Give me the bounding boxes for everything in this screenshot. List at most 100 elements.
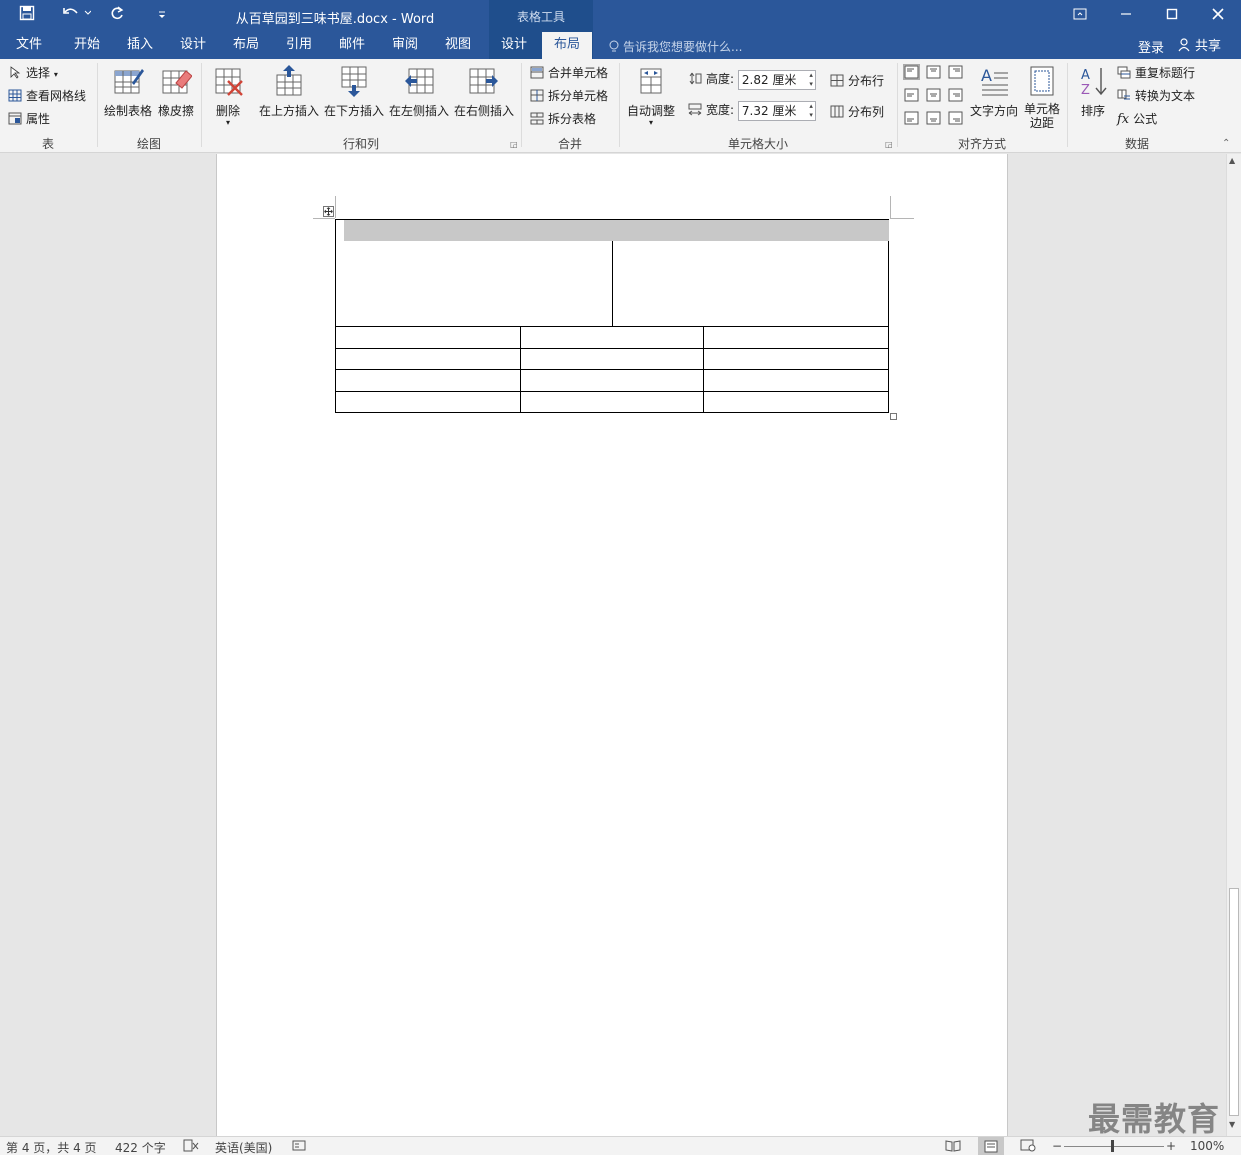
draw-table-button[interactable]: 绘制表格 <box>103 63 153 119</box>
tab-design[interactable]: 设计 <box>168 32 218 59</box>
autofit-button[interactable]: 自动调整 ▾ <box>624 63 678 127</box>
dialog-launcher-icon[interactable]: ◲ <box>885 140 893 149</box>
align-middle-right-button[interactable] <box>947 87 964 103</box>
height-input[interactable]: 2.82 厘米 ▴ ▾ <box>737 69 816 90</box>
tell-me-box[interactable]: 告诉我您想要做什么... <box>608 38 742 55</box>
collapse-ribbon-icon[interactable]: ⌃ <box>1222 138 1230 149</box>
word-count[interactable]: 422 个字 <box>115 1139 166 1155</box>
redo-icon[interactable] <box>105 5 129 27</box>
customize-qat-icon[interactable] <box>150 5 174 27</box>
close-icon[interactable] <box>1195 0 1241 32</box>
table-move-handle-icon[interactable] <box>323 206 334 217</box>
insert-right-button[interactable]: 在右侧插入 <box>452 63 516 119</box>
table-cell[interactable] <box>335 348 521 370</box>
distribute-columns-label: 分布列 <box>848 105 885 119</box>
align-top-right-button[interactable] <box>947 64 964 80</box>
table-cell[interactable] <box>519 369 705 392</box>
print-layout-icon[interactable] <box>978 1137 1004 1155</box>
ribbon-display-icon[interactable] <box>1057 0 1103 32</box>
table-cell-selected[interactable] <box>335 219 613 327</box>
split-cells-button[interactable]: 拆分单元格 <box>530 86 608 106</box>
align-bottom-right-button[interactable] <box>947 110 964 126</box>
vertical-scrollbar[interactable]: ▲ ▼ <box>1226 154 1241 1136</box>
insert-above-button[interactable]: 在上方插入 <box>257 63 321 119</box>
tab-mailings[interactable]: 邮件 <box>327 32 377 59</box>
table-resize-handle[interactable] <box>890 413 897 420</box>
tab-home[interactable]: 开始 <box>62 32 112 59</box>
table-cell-selected[interactable] <box>611 219 889 327</box>
select-button[interactable]: 选择 ▾ <box>8 63 58 83</box>
language-indicator[interactable]: 英语(美国) <box>215 1139 272 1155</box>
align-top-left-button[interactable] <box>903 64 920 80</box>
sort-button[interactable]: AZ 排序 <box>1074 63 1112 119</box>
align-bottom-left-button[interactable] <box>903 110 920 126</box>
tab-view[interactable]: 视图 <box>433 32 483 59</box>
align-middle-left-button[interactable] <box>903 87 920 103</box>
split-cells-label: 拆分单元格 <box>548 89 609 103</box>
status-bar: 第 4 页，共 4 页 422 个字 英语(美国) − + 100% <box>0 1136 1241 1155</box>
tab-file[interactable]: 文件 <box>4 32 54 59</box>
repeat-header-rows-button[interactable]: 重复标题行 <box>1117 63 1195 83</box>
spinner-arrows-icon[interactable]: ▴ ▾ <box>809 71 813 89</box>
merge-cells-button[interactable]: 合并单元格 <box>530 63 608 83</box>
table-cell[interactable] <box>703 391 889 413</box>
spinner-arrows-icon[interactable]: ▴ ▾ <box>809 102 813 120</box>
page[interactable] <box>216 154 1008 1136</box>
zoom-in-button[interactable]: + <box>1166 1139 1176 1153</box>
table-cell[interactable] <box>519 391 705 413</box>
align-middle-center-button[interactable] <box>925 87 942 103</box>
zoom-slider-thumb[interactable] <box>1111 1140 1114 1152</box>
tab-references[interactable]: 引用 <box>274 32 324 59</box>
tab-table-design[interactable]: 设计 <box>489 32 539 59</box>
scrollbar-thumb[interactable] <box>1229 888 1239 1116</box>
align-top-center-button[interactable] <box>925 64 942 80</box>
read-mode-icon[interactable] <box>945 1139 961 1155</box>
cell-margins-button[interactable]: 单元格 边距 <box>1020 63 1064 130</box>
save-icon[interactable] <box>15 5 39 27</box>
tab-insert[interactable]: 插入 <box>115 32 165 59</box>
tab-layout[interactable]: 布局 <box>221 32 271 59</box>
web-layout-icon[interactable] <box>1020 1139 1036 1155</box>
insert-below-button[interactable]: 在下方插入 <box>322 63 386 119</box>
zoom-out-button[interactable]: − <box>1052 1139 1062 1153</box>
delete-button[interactable]: 删除 ▾ <box>208 63 248 127</box>
align-bottom-center-button[interactable] <box>925 110 942 126</box>
macro-record-icon[interactable] <box>292 1139 306 1155</box>
distribute-columns-button[interactable]: 分布列 <box>830 102 884 122</box>
properties-button[interactable]: 属性 <box>8 109 50 129</box>
zoom-level[interactable]: 100% <box>1190 1139 1224 1153</box>
table-cell[interactable] <box>703 326 889 349</box>
share-button[interactable]: 共享 <box>1178 35 1221 54</box>
distribute-rows-button[interactable]: 分布行 <box>830 71 884 91</box>
text-direction-button[interactable]: A 文字方向 <box>968 63 1020 119</box>
table-cell[interactable] <box>519 326 705 349</box>
align-bottom-left-icon <box>904 111 919 125</box>
view-gridlines-button[interactable]: 查看网格线 <box>8 86 86 106</box>
table-cell[interactable] <box>703 369 889 392</box>
zoom-slider[interactable] <box>1064 1146 1164 1147</box>
table-cell[interactable] <box>519 348 705 370</box>
tab-table-layout[interactable]: 布局 <box>542 32 592 59</box>
insert-left-button[interactable]: 在左侧插入 <box>387 63 451 119</box>
table-cell[interactable] <box>335 391 521 413</box>
sign-in-link[interactable]: 登录 <box>1138 37 1164 56</box>
formula-button[interactable]: fx 公式 <box>1117 109 1157 129</box>
table-cell[interactable] <box>335 369 521 392</box>
document-table-grid <box>335 326 889 413</box>
lightbulb-icon <box>609 40 619 52</box>
table-cell[interactable] <box>335 326 521 349</box>
minimize-icon[interactable] <box>1103 0 1149 32</box>
undo-icon[interactable] <box>58 5 94 27</box>
page-count[interactable]: 第 4 页，共 4 页 <box>6 1139 97 1155</box>
split-table-button[interactable]: 拆分表格 <box>530 109 596 129</box>
eraser-button[interactable]: 橡皮擦 <box>155 63 197 119</box>
table-cell[interactable] <box>703 348 889 370</box>
width-input[interactable]: 7.32 厘米 ▴ ▾ <box>737 100 816 121</box>
scroll-up-icon[interactable]: ▲ <box>1229 156 1235 165</box>
dialog-launcher-icon[interactable]: ◲ <box>510 140 518 149</box>
maximize-icon[interactable] <box>1149 0 1195 32</box>
tab-review[interactable]: 审阅 <box>380 32 430 59</box>
scroll-down-icon[interactable]: ▼ <box>1229 1120 1235 1129</box>
proofing-icon[interactable] <box>183 1139 199 1155</box>
convert-to-text-button[interactable]: 转换为文本 <box>1117 86 1195 106</box>
